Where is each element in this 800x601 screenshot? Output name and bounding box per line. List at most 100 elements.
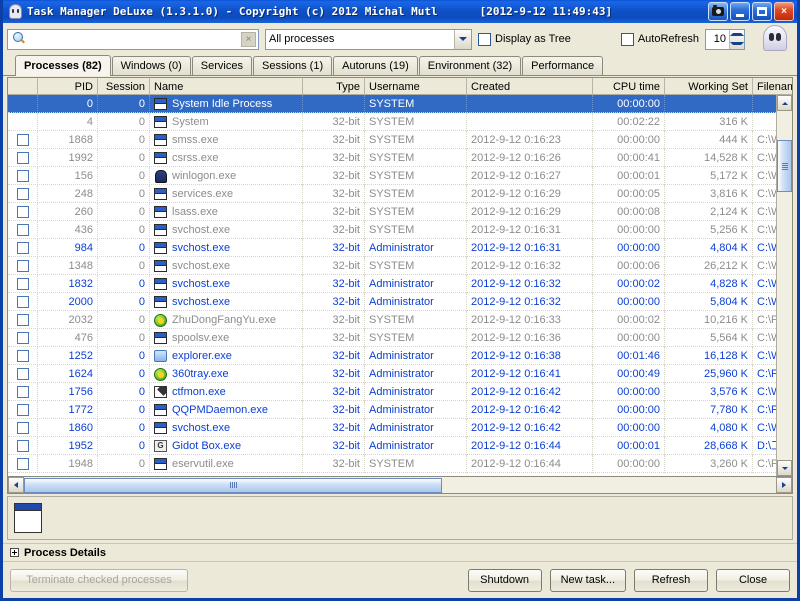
column-header-created[interactable]: Created <box>467 78 593 94</box>
table-row[interactable]: 19480eservutil.exe32-bitSYSTEM2012-9-12 … <box>8 455 792 473</box>
table-row[interactable]: 2480services.exe32-bitSYSTEM2012-9-12 0:… <box>8 185 792 203</box>
row-checkbox[interactable] <box>17 368 29 380</box>
display-as-tree-checkbox[interactable] <box>478 33 491 46</box>
autorefresh-checkbox[interactable] <box>621 33 634 46</box>
cell-session: 0 <box>98 149 150 167</box>
row-checkbox[interactable] <box>17 404 29 416</box>
column-header-name[interactable]: Name <box>150 78 303 94</box>
close-window-button[interactable]: Close <box>716 569 790 592</box>
table-row[interactable]: 4360svchost.exe32-bitSYSTEM2012-9-12 0:1… <box>8 221 792 239</box>
horizontal-scrollbar-track[interactable] <box>24 478 776 493</box>
table-row[interactable]: 17720QQPMDaemon.exe32-bitAdministrator20… <box>8 401 792 419</box>
clear-search-button[interactable]: × <box>241 32 256 47</box>
scroll-left-icon[interactable] <box>8 477 24 493</box>
stepper-buttons[interactable] <box>729 30 744 49</box>
row-checkbox[interactable] <box>17 314 29 326</box>
close-button[interactable]: × <box>774 2 794 21</box>
terminate-checked-processes-button[interactable]: Terminate checked processes <box>10 569 188 592</box>
table-row[interactable]: 12520explorer.exe32-bitAdministrator2012… <box>8 347 792 365</box>
cell-session: 0 <box>98 257 150 275</box>
table-row[interactable]: 40System32-bitSYSTEM00:02:22316 K <box>8 113 792 131</box>
column-header-user[interactable]: Username <box>365 78 467 94</box>
new-task-button[interactable]: New task... <box>550 569 626 592</box>
table-row[interactable]: 1560winlogon.exe32-bitSYSTEM2012-9-12 0:… <box>8 167 792 185</box>
table-row[interactable]: 20000svchost.exe32-bitAdministrator2012-… <box>8 293 792 311</box>
table-row[interactable]: 20320ZhuDongFangYu.exe32-bitSYSTEM2012-9… <box>8 311 792 329</box>
table-row[interactable]: 18600svchost.exe32-bitAdministrator2012-… <box>8 419 792 437</box>
row-checkbox[interactable] <box>17 458 29 470</box>
scroll-down-icon[interactable] <box>777 460 792 476</box>
row-checkbox[interactable] <box>17 170 29 182</box>
table-row[interactable]: 2600lsass.exe32-bitSYSTEM2012-9-12 0:16:… <box>8 203 792 221</box>
refresh-interval-stepper[interactable]: 10 <box>705 29 745 50</box>
table-row[interactable]: 16240360tray.exe32-bitAdministrator2012-… <box>8 365 792 383</box>
vertical-scrollbar[interactable] <box>776 95 792 476</box>
vertical-scrollbar-thumb[interactable] <box>777 140 792 192</box>
column-header-type[interactable]: Type <box>303 78 365 94</box>
shutdown-button[interactable]: Shutdown <box>468 569 542 592</box>
search-input[interactable] <box>28 31 241 48</box>
row-checkbox[interactable] <box>17 260 29 272</box>
display-as-tree-option[interactable]: Display as Tree <box>478 33 571 46</box>
column-header-session[interactable]: Session <box>98 78 150 94</box>
scroll-up-icon[interactable] <box>777 95 792 111</box>
screenshot-camera-icon[interactable] <box>708 2 728 21</box>
stepper-up-icon[interactable] <box>730 30 744 40</box>
tab-autoruns-19[interactable]: Autoruns (19) <box>333 56 418 75</box>
refresh-interval-value[interactable]: 10 <box>706 33 729 45</box>
table-row[interactable]: 18680smss.exe32-bitSYSTEM2012-9-12 0:16:… <box>8 131 792 149</box>
row-checkbox[interactable] <box>17 422 29 434</box>
row-checkbox[interactable] <box>17 332 29 344</box>
chevron-down-icon[interactable] <box>454 30 471 49</box>
process-filter-select[interactable]: All processes <box>265 29 472 50</box>
tab-windows-0[interactable]: Windows (0) <box>112 56 191 75</box>
search-box[interactable]: × <box>7 29 259 50</box>
table-row[interactable]: 19920csrss.exe32-bitSYSTEM2012-9-12 0:16… <box>8 149 792 167</box>
column-header-ws[interactable]: Working Set <box>665 78 753 94</box>
row-checkbox[interactable] <box>17 242 29 254</box>
stepper-down-icon[interactable] <box>730 39 744 49</box>
maximize-button[interactable] <box>752 2 772 21</box>
cell-ws: 7,780 K <box>665 401 753 419</box>
minimize-button[interactable] <box>730 2 750 21</box>
cell-chk <box>8 203 38 221</box>
process-details-expander[interactable]: Process Details <box>3 543 797 562</box>
cell-chk <box>8 131 38 149</box>
row-checkbox[interactable] <box>17 440 29 452</box>
row-checkbox[interactable] <box>17 296 29 308</box>
table-row[interactable]: 9840svchost.exe32-bitAdministrator2012-9… <box>8 239 792 257</box>
cell-ws: 4,828 K <box>665 275 753 293</box>
table-row[interactable]: 19520GGidot Box.exe32-bitAdministrator20… <box>8 437 792 455</box>
table-row[interactable]: 17560ctfmon.exe32-bitAdministrator2012-9… <box>8 383 792 401</box>
row-checkbox[interactable] <box>17 224 29 236</box>
row-checkbox[interactable] <box>17 152 29 164</box>
tab-environment-32[interactable]: Environment (32) <box>419 56 521 75</box>
column-header-cpu[interactable]: CPU time <box>593 78 665 94</box>
column-header-pid[interactable]: PID <box>38 78 98 94</box>
table-row[interactable]: 13480svchost.exe32-bitSYSTEM2012-9-12 0:… <box>8 257 792 275</box>
refresh-button[interactable]: Refresh <box>634 569 708 592</box>
horizontal-scrollbar[interactable] <box>7 477 793 494</box>
table-row[interactable]: 4760spoolsv.exe32-bitSYSTEM2012-9-12 0:1… <box>8 329 792 347</box>
row-checkbox[interactable] <box>17 188 29 200</box>
row-checkbox[interactable] <box>17 134 29 146</box>
tab-performance[interactable]: Performance <box>522 56 603 75</box>
tab-processes-82[interactable]: Processes (82) <box>15 55 111 76</box>
horizontal-scrollbar-thumb[interactable] <box>24 478 442 493</box>
table-row[interactable]: 18320svchost.exe32-bitAdministrator2012-… <box>8 275 792 293</box>
column-header-chk[interactable] <box>8 78 38 94</box>
autorefresh-option[interactable]: AutoRefresh <box>621 33 699 46</box>
row-checkbox[interactable] <box>17 350 29 362</box>
row-checkbox[interactable] <box>17 386 29 398</box>
row-checkbox[interactable] <box>17 278 29 290</box>
process-name-label: svchost.exe <box>172 239 230 257</box>
window-thumbnail-icon[interactable] <box>14 503 42 533</box>
expand-plus-icon[interactable] <box>10 548 19 557</box>
tab-services[interactable]: Services <box>192 56 252 75</box>
cell-name: System Idle Process <box>150 95 303 113</box>
table-row[interactable]: 00System Idle ProcessSYSTEM00:00:00 <box>8 95 792 113</box>
row-checkbox[interactable] <box>17 206 29 218</box>
column-header-file[interactable]: Filename <box>753 78 793 94</box>
tab-sessions-1[interactable]: Sessions (1) <box>253 56 332 75</box>
scroll-right-icon[interactable] <box>776 477 792 493</box>
